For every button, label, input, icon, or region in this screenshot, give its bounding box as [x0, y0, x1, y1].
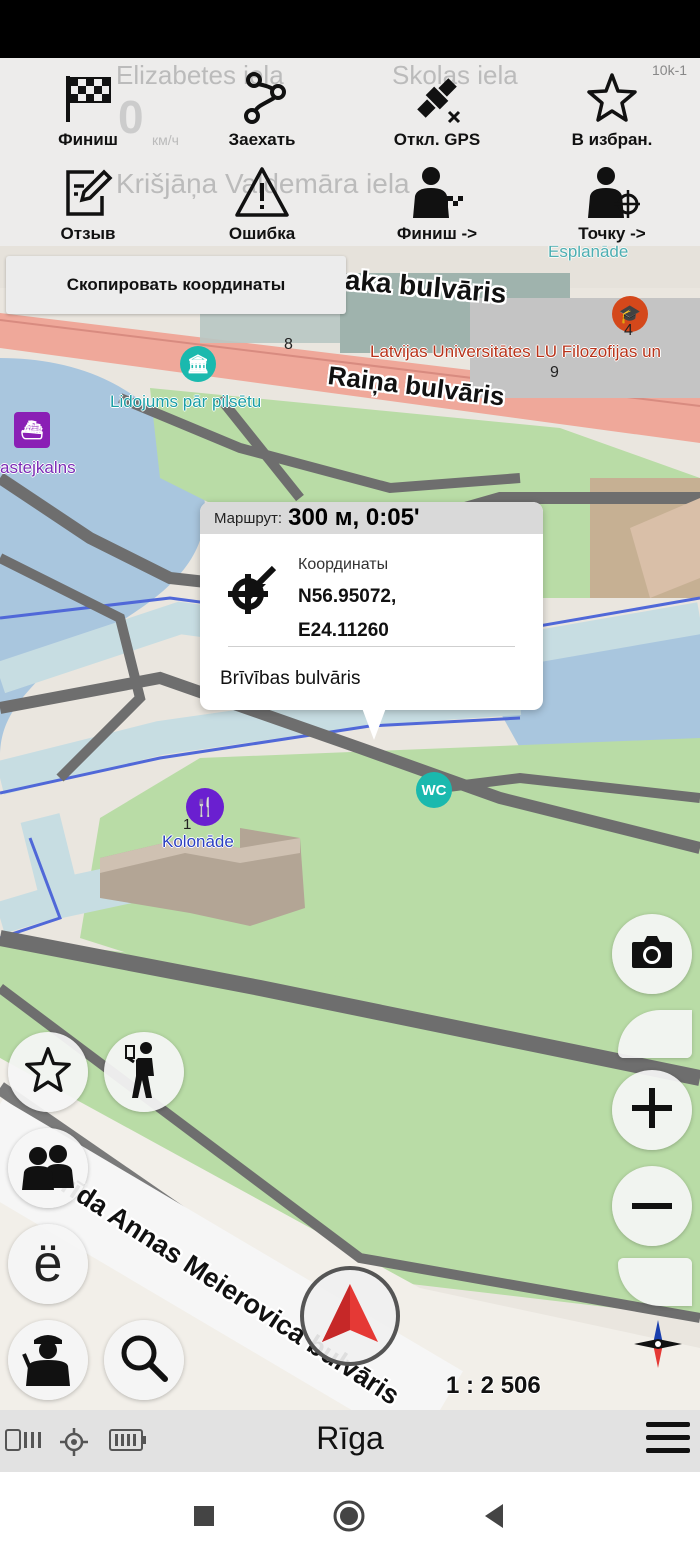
finish-label: Финиш — [58, 130, 118, 149]
follow-position-button[interactable] — [300, 1266, 400, 1366]
poi-label-university[interactable]: Latvijas Universitātes LU Filozofijas un — [370, 342, 661, 362]
recent-apps-button[interactable] — [186, 1498, 222, 1534]
house-number-1: 1 — [183, 816, 192, 833]
system-navigation-bar — [0, 1472, 700, 1556]
search-button[interactable] — [104, 1320, 184, 1400]
search-icon — [119, 1333, 169, 1388]
house-number-9: 9 — [550, 364, 559, 381]
finish-button[interactable]: Финиш — [3, 58, 173, 150]
gps-off-button[interactable]: Откл. GPS — [352, 58, 522, 150]
location-popup[interactable]: Маршрут: 300 м, 0:05' Координаты N56.950… — [200, 502, 543, 710]
camera-icon — [630, 934, 674, 975]
wc-icon[interactable]: WC — [416, 772, 452, 808]
report-error-label: Ошибка — [228, 224, 296, 243]
city-name: Rīga — [316, 1420, 384, 1456]
plus-icon — [630, 1086, 674, 1135]
museum-icon[interactable]: 🏛 — [180, 346, 216, 382]
person-target-icon — [584, 164, 640, 220]
restaurant-icon[interactable]: 🍴 — [186, 788, 224, 826]
drive-through-label: Заехать — [228, 130, 296, 149]
status-bar — [0, 0, 700, 58]
zoom-out-button[interactable] — [612, 1166, 692, 1246]
back-button[interactable] — [476, 1498, 512, 1534]
direction-arrow-icon — [320, 1282, 380, 1351]
popup-divider — [228, 646, 515, 647]
latitude-value: N56.95072, — [298, 586, 397, 607]
poi-label-kolonade[interactable]: Kolonāde — [162, 832, 234, 852]
longitude-value: E24.11260 — [298, 620, 389, 641]
e-diaeresis-icon: ë — [33, 1235, 63, 1293]
add-favorites-label: В избран. — [571, 130, 653, 149]
coordinates-crosshair-icon — [224, 562, 280, 618]
copy-coordinates-button[interactable]: Скопировать координаты — [6, 256, 346, 314]
house-number-4: 4 — [624, 322, 633, 339]
coordinates-title: Координаты — [298, 556, 389, 573]
route-header: Маршрут: 300 м, 0:05' — [200, 502, 543, 534]
route-value: 300 м, 0:05' — [288, 504, 420, 531]
add-favorites-button[interactable]: В избран. — [527, 58, 697, 150]
menu-icon[interactable] — [646, 1422, 690, 1460]
route-label: Маршрут: — [214, 509, 283, 527]
popup-street-name[interactable]: Brīvības bulvāris — [220, 668, 360, 690]
favorites-button[interactable] — [8, 1032, 88, 1112]
star-icon — [584, 70, 640, 126]
police-officer-icon — [20, 1328, 76, 1393]
poi-label-lidojums[interactable]: Lidojums pār pilsētu — [110, 392, 261, 412]
coordinates-block: Координаты N56.95072, E24.11260 — [200, 534, 543, 646]
gps-off-label: Откл. GPS — [393, 130, 481, 149]
zoom-in-button[interactable] — [612, 1070, 692, 1150]
people-icon — [20, 1142, 76, 1195]
person-flag-icon — [409, 164, 465, 220]
finish-to-label: Финиш -> — [396, 224, 478, 243]
profile-mode-button[interactable] — [8, 1320, 88, 1400]
edit-mode-button[interactable]: ë — [8, 1224, 88, 1304]
popup-pointer — [362, 708, 386, 740]
friends-button[interactable] — [8, 1128, 88, 1208]
point-to-label: Точку -> — [578, 224, 646, 243]
route-waypoint-icon — [234, 70, 290, 126]
north-compass-icon[interactable] — [632, 1318, 684, 1370]
feedback-label: Отзыв — [60, 224, 116, 243]
report-error-button[interactable]: Ошибка — [177, 152, 347, 244]
minus-icon — [630, 1197, 674, 1215]
quick-action-menu: Elizabetes iela Skolas iela Krišjāņa Val… — [0, 58, 700, 246]
home-button[interactable] — [331, 1498, 367, 1534]
wc-label: WC — [421, 781, 447, 799]
checkered-flag-icon — [60, 70, 116, 126]
tracking-mode-button[interactable] — [104, 1032, 184, 1112]
star-outline-icon — [23, 1045, 73, 1100]
drive-through-button[interactable]: Заехать — [177, 58, 347, 150]
edit-note-icon — [60, 164, 116, 220]
feedback-button[interactable]: Отзыв — [3, 152, 173, 244]
warning-icon — [234, 164, 290, 220]
camera-button[interactable] — [612, 914, 692, 994]
bottom-status-bar: Rīga — [0, 1410, 700, 1472]
poi-label-bastejkalns[interactable]: astejkalns — [0, 458, 76, 478]
satellite-off-icon — [409, 70, 465, 126]
house-number-8: 8 — [284, 336, 293, 353]
finish-to-button[interactable]: Финиш -> — [352, 152, 522, 244]
hiker-icon — [124, 1040, 164, 1105]
map-scale: 1 : 2 506 — [446, 1372, 541, 1399]
point-to-button[interactable]: Точку -> — [527, 152, 697, 244]
ferry-icon[interactable]: ⛴ — [14, 412, 50, 448]
